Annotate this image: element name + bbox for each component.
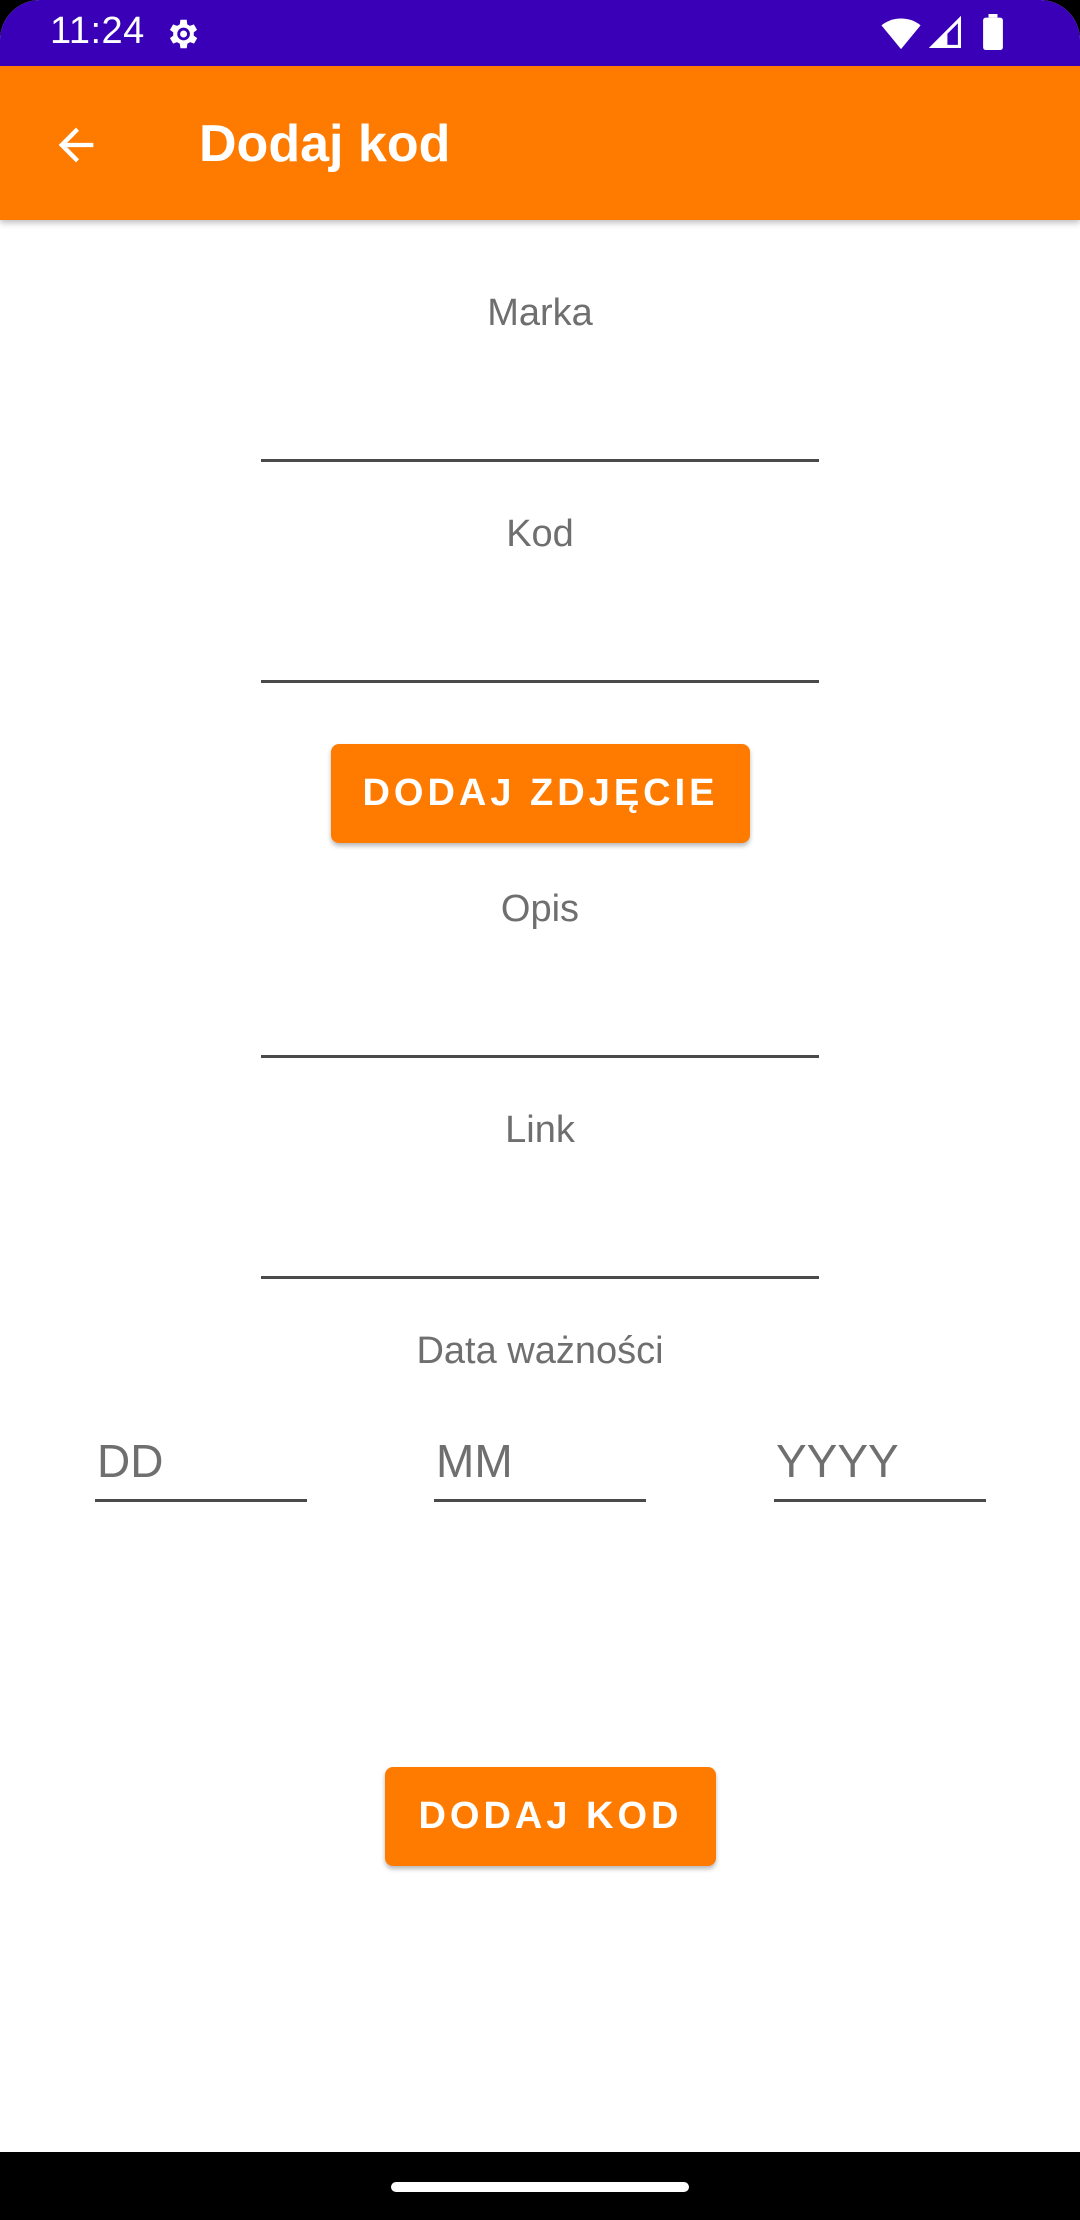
wifi-icon (881, 18, 921, 50)
add-code-button[interactable]: DODAJ KOD (385, 1767, 716, 1866)
add-photo-button[interactable]: DODAJ ZDJĘCIE (331, 744, 750, 843)
description-input[interactable] (261, 978, 819, 1058)
expiry-date-label: Data ważności (416, 1330, 664, 1372)
page-title: Dodaj kod (199, 115, 451, 173)
expiry-day-input[interactable] (95, 1422, 307, 1502)
expiry-year-input[interactable] (774, 1422, 986, 1502)
status-bar: 11:24 (0, 0, 1080, 66)
description-label: Opis (500, 888, 580, 930)
battery-icon (983, 14, 1003, 50)
settings-gear-icon (169, 19, 198, 49)
status-time: 11:24 (50, 10, 145, 52)
cell-signal-icon (929, 16, 962, 49)
code-label: Kod (506, 513, 574, 555)
brand-label: Marka (487, 292, 593, 334)
back-button[interactable] (40, 109, 112, 181)
brand-input[interactable] (261, 382, 819, 462)
arrow-back-icon (58, 127, 94, 163)
screen: 11:24 Dodaj kod Marka Kod DODAJ ZDJĘCIE … (0, 0, 1080, 2220)
link-input[interactable] (261, 1199, 819, 1279)
expiry-month-input[interactable] (434, 1422, 646, 1502)
link-label: Link (505, 1109, 575, 1151)
code-input[interactable] (261, 603, 819, 683)
app-bar: Dodaj kod (0, 66, 1080, 220)
navigation-bar (0, 2152, 1080, 2220)
home-indicator[interactable] (391, 2182, 689, 2192)
